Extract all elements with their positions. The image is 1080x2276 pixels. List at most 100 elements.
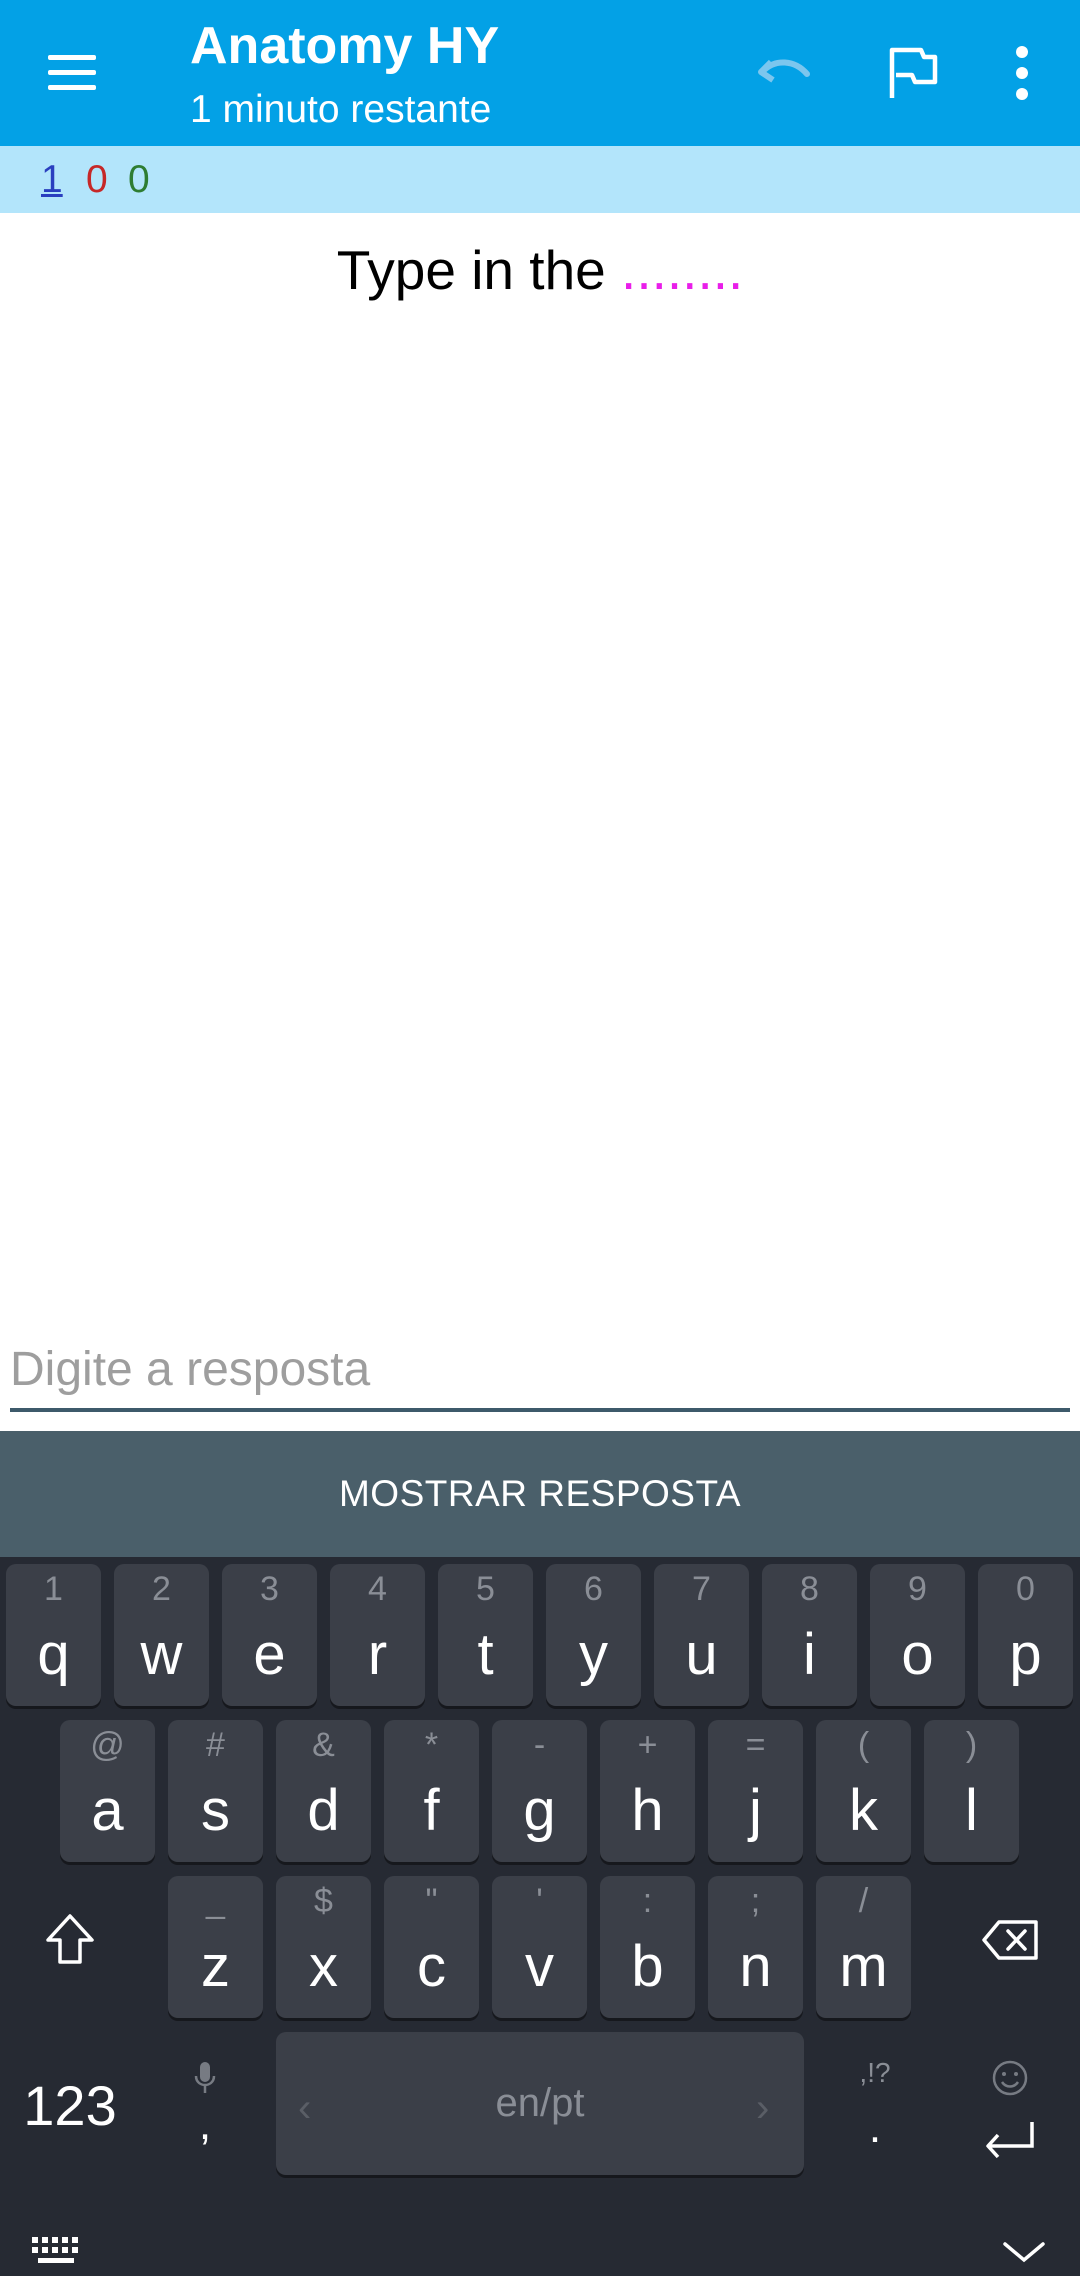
microphone-icon [194, 2062, 216, 2093]
period-key[interactable]: ,!? . [840, 2045, 910, 2165]
key-d[interactable]: & d [276, 1720, 371, 1862]
key-label: b [631, 1934, 664, 1999]
key-f[interactable]: * f [384, 1720, 479, 1862]
key-g[interactable]: -g [492, 1720, 587, 1862]
key-hint: " [425, 1882, 438, 1920]
key-label: p [1009, 1622, 1042, 1687]
undo-icon[interactable] [749, 38, 819, 108]
key-hint: + [637, 1726, 658, 1764]
key-hint: & [312, 1726, 335, 1764]
key-s[interactable]: # s [168, 1720, 263, 1862]
key-label: e [253, 1622, 286, 1687]
key-x[interactable]: $ x [276, 1876, 371, 2018]
key-z[interactable]: _ z [168, 1876, 263, 2018]
key-hint: 9 [908, 1570, 927, 1608]
key-hint: 4 [368, 1570, 387, 1608]
key-label: c [417, 1934, 446, 1999]
key-label: t [477, 1622, 494, 1687]
key-p[interactable]: 0p [978, 1564, 1073, 1706]
key-hint: ' [536, 1882, 543, 1920]
language-label: en/pt [495, 2081, 585, 2125]
key-m[interactable]: / m [816, 1876, 911, 2018]
key-t[interactable]: 5t [438, 1564, 533, 1706]
key-y[interactable]: 6y [546, 1564, 641, 1706]
key-label: f [423, 1778, 440, 1843]
key-a[interactable]: @ a [60, 1720, 155, 1862]
key-label: i [803, 1622, 816, 1687]
time-remaining: 1 minuto restante [190, 88, 492, 131]
key-hint: * [424, 1726, 439, 1764]
key-b[interactable]: :b [600, 1876, 695, 2018]
key-hint: 5 [476, 1570, 495, 1608]
review-count: 0 [128, 158, 150, 201]
key-u[interactable]: 7u [654, 1564, 749, 1706]
period-label: . [868, 2103, 882, 2152]
backspace-icon [982, 1920, 1038, 1960]
emoji-icon [992, 2060, 1028, 2096]
key-label: k [849, 1778, 878, 1843]
key-v[interactable]: ' v [492, 1876, 587, 2018]
chevron-left-icon: ‹ [298, 2086, 312, 2130]
flag-icon[interactable] [877, 38, 947, 108]
key-label: r [367, 1622, 388, 1687]
new-count: 1 [41, 158, 63, 201]
answer-input[interactable] [10, 1330, 1070, 1412]
key-hint: 2 [152, 1570, 171, 1608]
learning-count: 0 [86, 158, 108, 201]
app-bar: Anatomy HY 1 minuto restante [0, 0, 1080, 146]
key-j[interactable]: = j [708, 1720, 803, 1862]
key-hint: # [206, 1726, 225, 1764]
key-hint: : [642, 1882, 653, 1920]
enter-icon [986, 2122, 1034, 2159]
shift-icon [46, 1914, 94, 1964]
key-label: o [901, 1622, 934, 1687]
key-hint: / [858, 1882, 869, 1920]
more-vert-icon[interactable] [987, 38, 1057, 108]
cloze-blank: ........ [621, 239, 744, 301]
key-label: h [631, 1778, 664, 1843]
key-e[interactable]: 3e [222, 1564, 317, 1706]
backspace-key[interactable] [966, 1900, 1056, 1980]
key-q[interactable]: 1q [6, 1564, 101, 1706]
hide-keyboard-icon[interactable] [996, 2234, 1052, 2270]
key-o[interactable]: 9o [870, 1564, 965, 1706]
key-label: q [37, 1622, 70, 1687]
key-label: a [91, 1778, 124, 1843]
key-hint: = [745, 1726, 766, 1764]
punctuation-hint: ,!? [859, 2057, 891, 2088]
key-hint: $ [314, 1882, 333, 1920]
key-hint: 7 [692, 1570, 711, 1608]
enter-key[interactable] [970, 2040, 1050, 2180]
comma-key[interactable]: , [180, 2040, 230, 2170]
key-k[interactable]: (k [816, 1720, 911, 1862]
numbers-key[interactable]: 123 [10, 2050, 130, 2160]
keyboard-switch-icon[interactable] [28, 2232, 88, 2268]
key-hint: ; [750, 1882, 761, 1920]
key-label: s [201, 1778, 230, 1843]
key-i[interactable]: 8i [762, 1564, 857, 1706]
key-hint: ( [857, 1726, 870, 1764]
show-answer-button[interactable]: MOSTRAR RESPOSTA [0, 1431, 1080, 1557]
menu-icon[interactable] [38, 45, 106, 101]
space-key[interactable]: en/pt [276, 2032, 804, 2175]
key-hint: 1 [44, 1570, 63, 1608]
shift-key[interactable] [30, 1890, 110, 1990]
key-label: x [309, 1934, 338, 1999]
key-label: l [965, 1778, 978, 1843]
key-hint: 3 [260, 1570, 279, 1608]
key-w[interactable]: 2w [114, 1564, 209, 1706]
question-text: Type in the [336, 239, 622, 301]
key-hint: - [533, 1726, 546, 1764]
key-r[interactable]: 4r [330, 1564, 425, 1706]
key-hint: 6 [584, 1570, 603, 1608]
key-l[interactable]: ) l [924, 1720, 1019, 1862]
key-hint: 8 [800, 1570, 819, 1608]
key-label: y [579, 1622, 608, 1687]
chevron-right-icon: › [756, 2086, 770, 2130]
key-label: n [739, 1934, 772, 1999]
key-h[interactable]: + h [600, 1720, 695, 1862]
key-hint: _ [206, 1882, 225, 1920]
key-n[interactable]: ; n [708, 1876, 803, 2018]
key-c[interactable]: " c [384, 1876, 479, 2018]
card-counts-bar: 1 0 0 [0, 146, 1080, 213]
